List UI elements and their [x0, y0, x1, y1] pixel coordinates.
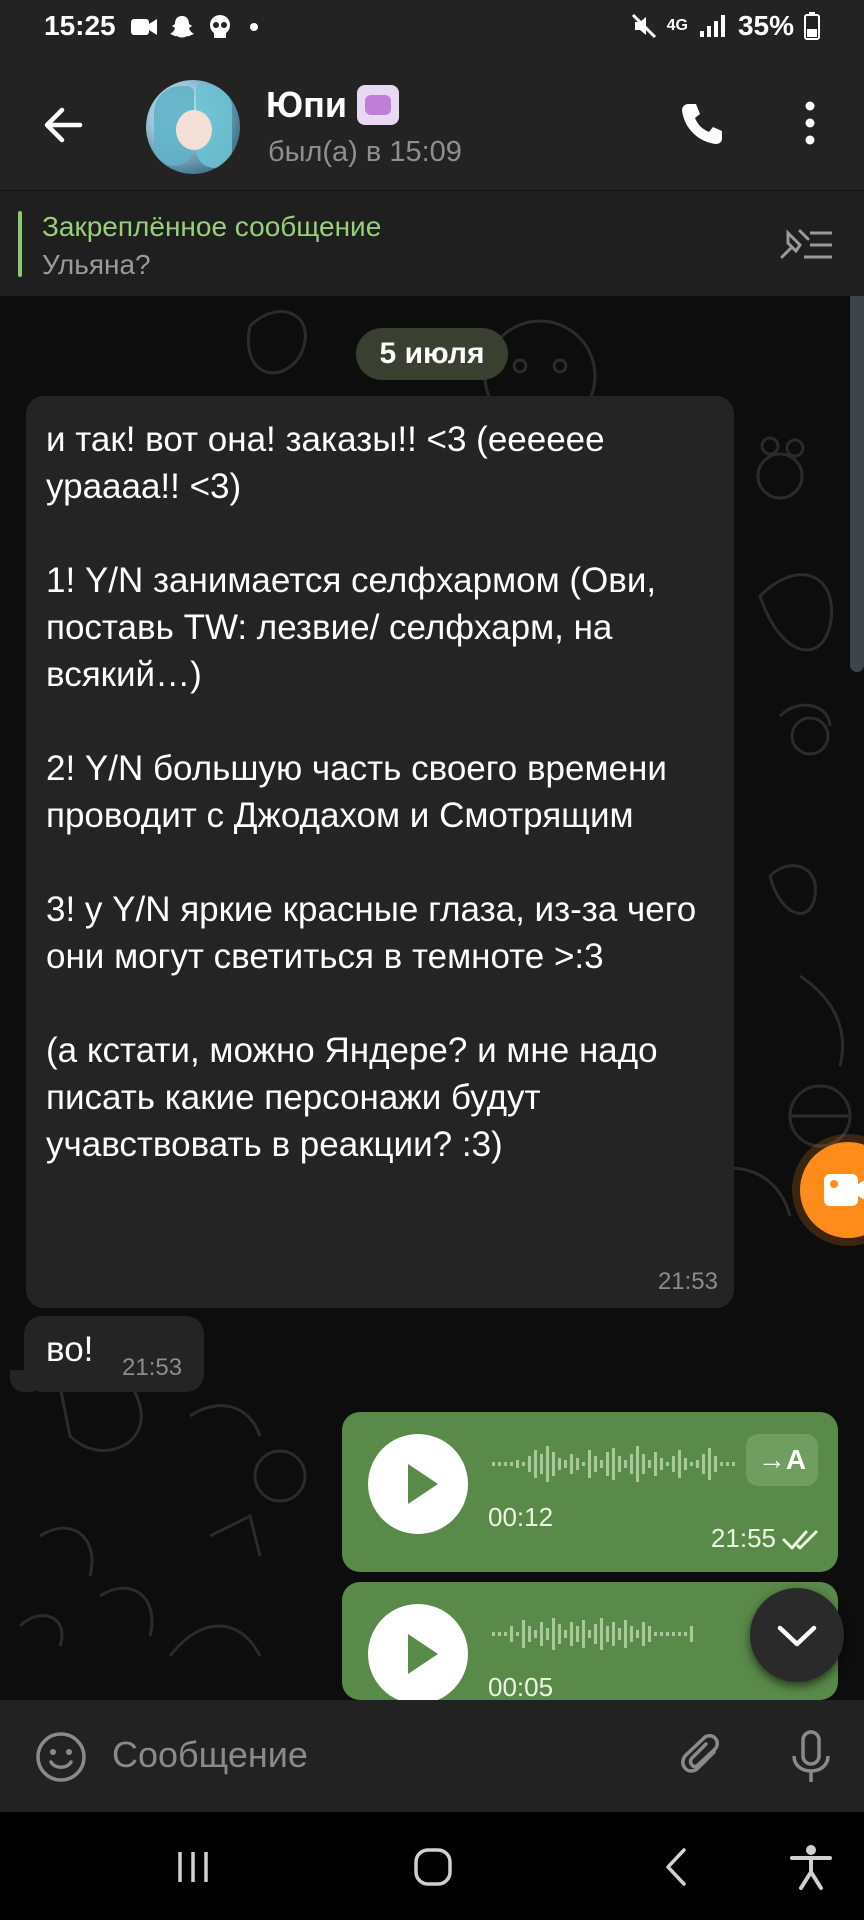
avatar[interactable] [146, 80, 240, 174]
battery-percent: 35% [737, 10, 794, 41]
status-bar: 15:25 4G 35% [0, 0, 864, 60]
message-composer: Сообщение [0, 1700, 864, 1812]
message-time: 21:53 [657, 1268, 718, 1295]
voice-duration: 00:12 [488, 1502, 554, 1532]
dot-icon [250, 23, 258, 31]
more-vert-icon[interactable] [790, 96, 830, 150]
emoji-status-icon [357, 85, 399, 125]
message-bubble[interactable]: и так! вот она! заказы!! <3 (ееееее урaa… [26, 396, 734, 1308]
chat-title[interactable]: Юпи [266, 84, 399, 126]
read-checkmarks-icon [782, 1530, 818, 1550]
contact-name: Юпи [266, 84, 347, 125]
battery-icon [804, 12, 820, 40]
network-type: 4G [666, 17, 688, 34]
play-icon[interactable] [368, 1604, 468, 1704]
message-time: 21:55 [710, 1523, 776, 1553]
microphone-icon[interactable] [786, 1728, 836, 1786]
clock: 15:25 [44, 10, 116, 41]
snapchat-icon [170, 16, 194, 38]
notification-icons [130, 14, 272, 40]
pinned-message-bar[interactable]: Закреплённое сообщение Ульяна? [0, 190, 864, 297]
accessibility-icon[interactable] [786, 1842, 836, 1892]
back-arrow-icon[interactable] [36, 98, 90, 152]
last-seen-status: был(а) в 15:09 [268, 136, 462, 168]
video-notification-icon [131, 19, 157, 35]
back-nav-icon[interactable] [652, 1842, 702, 1892]
pinned-title: Закреплённое сообщение [42, 211, 382, 242]
skull-icon [210, 15, 230, 38]
play-icon[interactable] [368, 1434, 468, 1534]
message-text: во! [46, 1330, 94, 1369]
pinned-text: Ульяна? [42, 249, 151, 280]
video-camera-icon [824, 1174, 864, 1206]
mute-icon [631, 13, 656, 39]
home-icon[interactable] [408, 1842, 458, 1892]
recent-apps-icon[interactable] [168, 1842, 218, 1892]
voice-duration: 00:05 [488, 1672, 554, 1702]
paperclip-icon[interactable] [676, 1730, 730, 1784]
video-message-button[interactable] [800, 1142, 864, 1238]
voice-message[interactable]: →A 00:12 21:55 [342, 1412, 838, 1572]
emoji-icon[interactable] [34, 1730, 88, 1784]
scrollbar[interactable] [850, 296, 864, 672]
chevron-down-icon [777, 1625, 817, 1647]
message-time: 21:53 [122, 1354, 183, 1381]
date-separator: 5 июля [356, 328, 508, 380]
chat-header: Юпи был(а) в 15:09 [0, 60, 864, 190]
transcribe-button[interactable]: →A [746, 1434, 818, 1486]
scroll-to-bottom-button[interactable] [750, 1588, 844, 1682]
message-text: и так! вот она! заказы!! <3 (ееееее урaa… [46, 420, 697, 1164]
waveform [492, 1446, 735, 1482]
message-input[interactable]: Сообщение [112, 1734, 308, 1776]
waveform [492, 1618, 693, 1650]
pinned-indicator [18, 211, 22, 277]
phone-icon[interactable] [678, 98, 728, 148]
signal-icon [699, 15, 725, 37]
message-bubble[interactable]: во! 21:53 [24, 1316, 204, 1392]
pinned-list-icon[interactable] [778, 225, 834, 265]
system-navigation-bar [0, 1812, 864, 1920]
system-status: 4G 35% [631, 10, 820, 42]
